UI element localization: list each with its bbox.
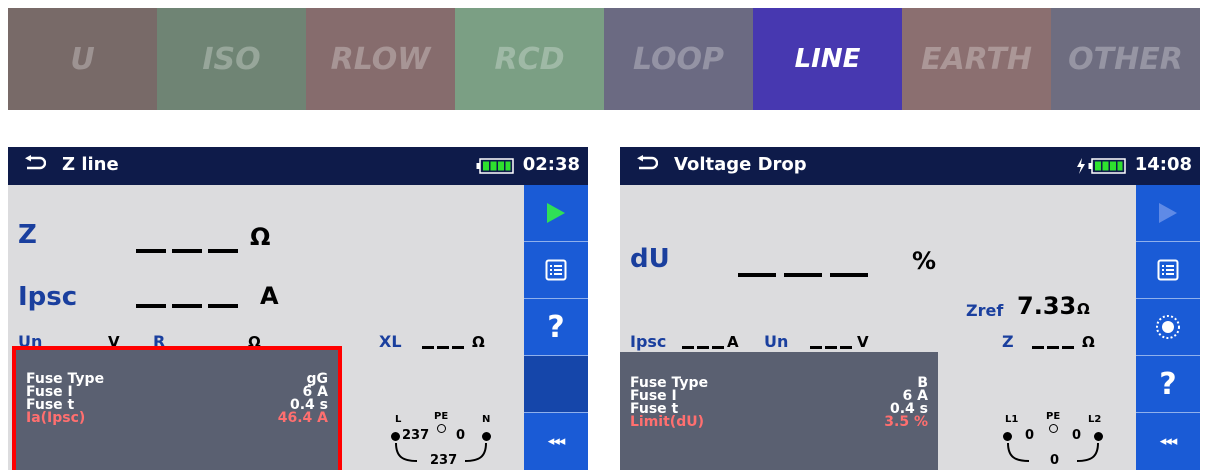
play-icon — [1159, 203, 1177, 223]
tab-earth[interactable]: EARTH — [902, 8, 1051, 110]
screen-title: Voltage Drop — [674, 154, 807, 175]
z-unit: Ω — [1082, 333, 1095, 351]
xl-label: XL — [379, 332, 402, 351]
zref-unit: Ω — [1077, 300, 1090, 318]
tab-u[interactable]: U — [8, 8, 157, 110]
terminal-l1: L1 — [1005, 414, 1019, 425]
screen-title: Z line — [62, 154, 119, 175]
terminal-l2: L2 — [1088, 414, 1102, 425]
ia-value: 46.4 A — [277, 410, 328, 426]
back-icon[interactable] — [24, 155, 46, 173]
voltage-pe-n: 0 — [456, 428, 466, 443]
more-icon: ◂◂◂ — [1159, 433, 1178, 449]
title-bar: Z line 02:38 — [8, 147, 588, 185]
function-tab-bar: U ISO RLOW RCD LOOP LINE EARTH OTHER — [8, 8, 1200, 110]
z-unit: Ω — [250, 223, 271, 251]
voltage-drop-screen: Voltage Drop 14:08 dU % Zref 7.33 Ω Ipsc… — [620, 147, 1200, 470]
parameters-button[interactable] — [524, 242, 588, 299]
limit-du-label: Limit(dU) — [630, 414, 704, 430]
terminal-l: L — [395, 414, 402, 425]
tab-loop[interactable]: LOOP — [604, 8, 753, 110]
terminal-pe: PE — [1046, 411, 1061, 422]
fuse-parameters-panel[interactable]: Fuse Type gG Fuse I 6 A Fuse t 0.4 s Ia(… — [12, 346, 342, 470]
more-button[interactable]: ◂◂◂ — [1136, 413, 1200, 469]
fuse-parameters-panel[interactable]: Fuse Type B Fuse I 6 A Fuse t 0.4 s Limi… — [620, 352, 938, 470]
zref-label: Zref — [966, 301, 1004, 320]
help-icon: ? — [547, 309, 565, 345]
ia-label: Ia(Ipsc) — [26, 410, 86, 426]
zline-screen: Z line 02:38 Z Ω Ipsc A Un V R Ω XL Ω Fu… — [8, 147, 588, 470]
help-button[interactable]: ? — [1136, 356, 1200, 413]
tab-other[interactable]: OTHER — [1051, 8, 1200, 110]
help-button[interactable]: ? — [524, 299, 588, 356]
start-test-button[interactable] — [1136, 185, 1200, 242]
xl-unit: Ω — [472, 333, 485, 351]
title-bar: Voltage Drop 14:08 — [620, 147, 1200, 185]
ipsc-label: Ipsc — [630, 332, 667, 351]
du-label: dU — [630, 244, 670, 274]
play-icon — [547, 203, 565, 223]
more-button[interactable]: ◂◂◂ — [524, 413, 588, 469]
tab-rlow[interactable]: RLOW — [306, 8, 455, 110]
parameters-button[interactable] — [1136, 242, 1200, 299]
un-unit: V — [857, 333, 869, 351]
limit-du-value: 3.5 % — [884, 414, 928, 430]
list-icon — [1157, 259, 1179, 281]
more-icon: ◂◂◂ — [547, 433, 566, 449]
un-label: Un — [764, 332, 789, 351]
ipsc-unit: A — [727, 333, 739, 351]
sidebar: ? ◂◂◂ — [524, 185, 588, 470]
voltage-l-n: 237 — [430, 453, 458, 468]
start-test-button[interactable] — [524, 185, 588, 242]
blank-button — [524, 356, 588, 413]
clock: 02:38 — [522, 154, 580, 175]
tab-iso[interactable]: ISO — [157, 8, 306, 110]
help-icon: ? — [1159, 366, 1177, 402]
zref-measure-button[interactable] — [1136, 299, 1200, 356]
z-label: Z — [1002, 332, 1014, 351]
voltage-l-pe: 237 — [402, 428, 430, 443]
voltage-pe-l2: 0 — [1072, 428, 1082, 443]
z-label: Z — [18, 220, 37, 250]
sidebar: ? ◂◂◂ — [1136, 185, 1200, 470]
ipsc-unit: A — [260, 282, 279, 310]
voltage-l1-l2: 0 — [1050, 453, 1060, 468]
tab-rcd[interactable]: RCD — [455, 8, 604, 110]
back-icon[interactable] — [636, 155, 658, 173]
charging-icon — [1077, 158, 1085, 174]
battery-icon — [1088, 158, 1126, 174]
terminal-n: N — [482, 414, 491, 425]
battery-icon — [476, 158, 514, 174]
zref-icon — [1156, 315, 1180, 339]
du-unit: % — [912, 247, 937, 275]
clock: 14:08 — [1134, 154, 1192, 175]
ipsc-label: Ipsc — [18, 282, 78, 312]
voltage-l1-pe: 0 — [1025, 428, 1035, 443]
zref-value: 7.33 — [1017, 292, 1077, 320]
tab-line[interactable]: LINE — [753, 8, 902, 110]
terminal-pe: PE — [434, 411, 449, 422]
list-icon — [545, 259, 567, 281]
